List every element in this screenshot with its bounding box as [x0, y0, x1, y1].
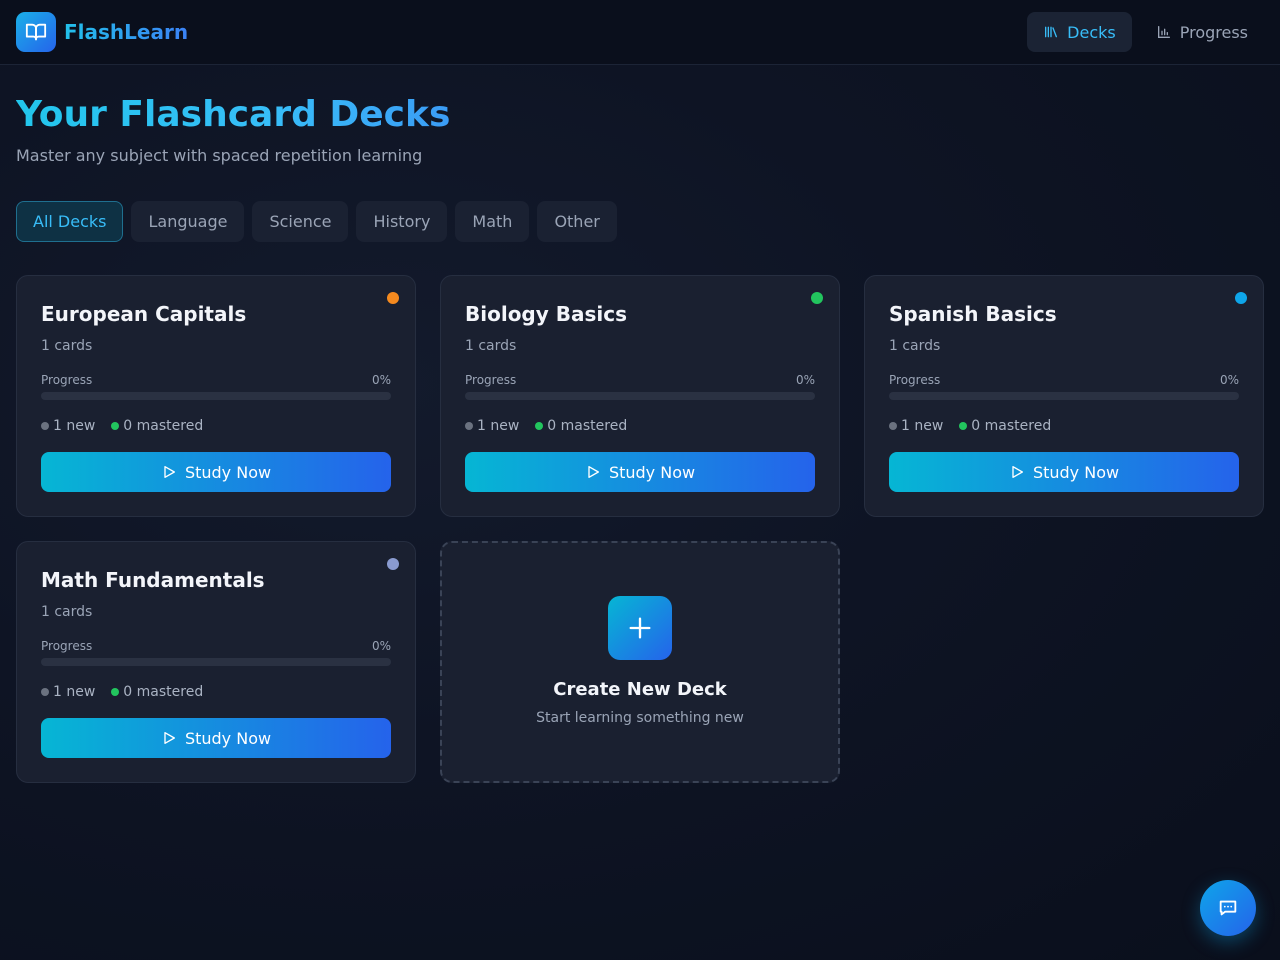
study-now-button[interactable]: Study Now	[465, 452, 815, 492]
category-dot	[1235, 292, 1247, 304]
study-now-button[interactable]: Study Now	[889, 452, 1239, 492]
mastered-count: 0 mastered	[123, 418, 204, 434]
nav-decks-label: Decks	[1067, 22, 1116, 42]
deck-title: Biology Basics	[465, 302, 628, 326]
progress-percent: 0%	[371, 639, 391, 653]
top-bar: FlashLearn Decks Progress	[0, 0, 1280, 65]
new-dot-icon	[465, 422, 473, 430]
progress-bar	[889, 392, 1239, 400]
deck-card: Math Fundamentals 1 cards Progress 0% 1 …	[16, 541, 416, 783]
progress-percent: 0%	[1219, 373, 1239, 387]
study-now-label: Study Now	[1032, 462, 1120, 482]
progress-bar	[465, 392, 815, 400]
chat-bubble-icon	[1219, 900, 1237, 916]
mastered-stat: 0 mastered	[111, 684, 203, 700]
new-stat: 1 new	[41, 418, 95, 434]
mastered-dot-icon	[111, 422, 120, 430]
nav-progress-label: Progress	[1179, 22, 1248, 42]
mastered-count: 0 mastered	[547, 418, 628, 434]
deck-title: Math Fundamentals	[41, 568, 265, 592]
nav-decks[interactable]: Decks	[1027, 12, 1132, 52]
deck-title: European Capitals	[41, 302, 247, 326]
app-name: FlashLearn	[64, 20, 189, 44]
new-stat: 1 new	[465, 418, 519, 434]
new-count: 1 new	[901, 418, 944, 434]
mastered-dot-icon	[111, 688, 120, 696]
progress-percent: 0%	[371, 373, 391, 387]
filter-math[interactable]: Math	[455, 201, 530, 242]
deck-stats: 1 new 0 mastered	[41, 418, 203, 434]
deck-card: European Capitals 1 cards Progress 0% 1 …	[16, 275, 416, 517]
progress-label: Progress	[41, 639, 93, 653]
filter-other[interactable]: Other	[537, 201, 617, 242]
plus-icon	[608, 596, 672, 660]
study-now-label: Study Now	[608, 462, 696, 482]
bar-chart-icon	[1157, 26, 1170, 38]
new-count: 1 new	[477, 418, 520, 434]
new-stat: 1 new	[41, 684, 95, 700]
mastered-dot-icon	[535, 422, 544, 430]
deck-title: Spanish Basics	[889, 302, 1057, 326]
play-icon	[588, 466, 599, 478]
study-now-button[interactable]: Study Now	[41, 452, 391, 492]
mastered-stat: 0 mastered	[111, 418, 203, 434]
progress-percent: 0%	[795, 373, 815, 387]
create-deck-subtitle: Start learning something new	[536, 710, 744, 726]
study-now-label: Study Now	[184, 462, 272, 482]
category-dot	[387, 292, 399, 304]
deck-card-count: 1 cards	[465, 338, 517, 354]
new-count: 1 new	[53, 418, 96, 434]
study-now-button[interactable]: Study Now	[41, 718, 391, 758]
mastered-stat: 0 mastered	[959, 418, 1051, 434]
progress-label: Progress	[889, 373, 941, 387]
deck-card-count: 1 cards	[889, 338, 941, 354]
chat-button[interactable]	[1200, 880, 1256, 936]
brand[interactable]: FlashLearn	[16, 12, 188, 52]
filter-science[interactable]: Science	[252, 201, 349, 242]
progress-bar	[41, 392, 391, 400]
mastered-dot-icon	[959, 422, 968, 430]
deck-stats: 1 new 0 mastered	[889, 418, 1051, 434]
book-open-icon	[16, 12, 56, 52]
nav-progress[interactable]: Progress	[1140, 12, 1264, 52]
progress-bar	[41, 658, 391, 666]
main-nav: Decks Progress	[1027, 12, 1264, 52]
filter-history[interactable]: History	[356, 201, 448, 242]
deck-stats: 1 new 0 mastered	[465, 418, 627, 434]
new-stat: 1 new	[889, 418, 943, 434]
page-title: Your Flashcard Decks	[16, 94, 451, 135]
category-dot	[811, 292, 823, 304]
library-icon	[1045, 26, 1058, 38]
category-filters: All Decks Language Science History Math …	[16, 201, 617, 242]
play-icon	[164, 466, 175, 478]
new-count: 1 new	[53, 684, 96, 700]
deck-card: Biology Basics 1 cards Progress 0% 1 new…	[440, 275, 840, 517]
progress-label: Progress	[465, 373, 517, 387]
create-new-deck-card[interactable]: Create New Deck Start learning something…	[440, 541, 840, 783]
study-now-label: Study Now	[184, 728, 272, 748]
play-icon	[164, 732, 175, 744]
deck-card: Spanish Basics 1 cards Progress 0% 1 new…	[864, 275, 1264, 517]
filter-all-decks[interactable]: All Decks	[16, 201, 124, 242]
mastered-count: 0 mastered	[123, 684, 204, 700]
new-dot-icon	[41, 688, 49, 696]
mastered-stat: 0 mastered	[535, 418, 627, 434]
progress-label: Progress	[41, 373, 93, 387]
deck-stats: 1 new 0 mastered	[41, 684, 203, 700]
play-icon	[1012, 466, 1023, 478]
deck-card-count: 1 cards	[41, 604, 93, 620]
create-deck-title: Create New Deck	[553, 679, 727, 700]
new-dot-icon	[41, 422, 49, 430]
new-dot-icon	[889, 422, 897, 430]
mastered-count: 0 mastered	[971, 418, 1052, 434]
category-dot	[387, 558, 399, 570]
filter-language[interactable]: Language	[131, 201, 245, 242]
deck-card-count: 1 cards	[41, 338, 93, 354]
page-subtitle: Master any subject with spaced repetitio…	[16, 146, 423, 165]
